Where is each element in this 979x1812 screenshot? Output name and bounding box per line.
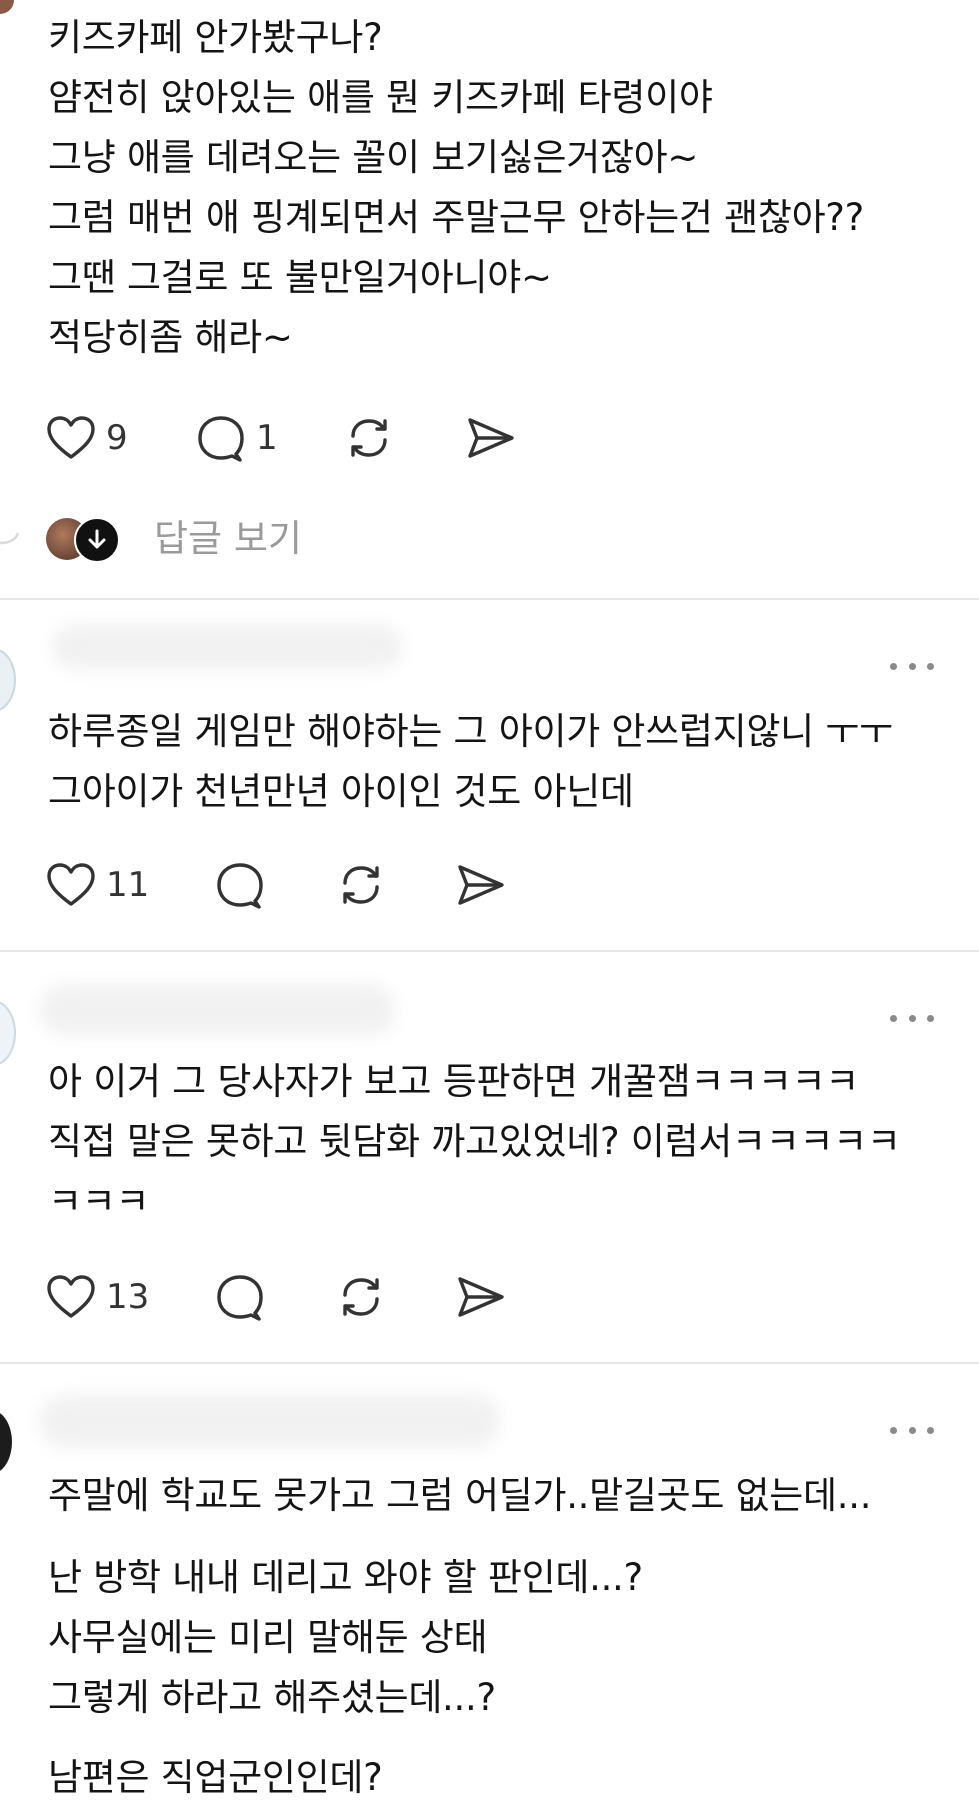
divider [0,598,979,600]
like-count: 13 [106,1277,150,1317]
comment-text-line: 적당히좀 해라~ [48,316,293,359]
share-button[interactable] [454,1272,506,1322]
more-options-icon[interactable] [890,1008,934,1028]
comment-text-line: 그땐 그걸로 또 불만일거아니야~ [48,256,552,299]
comment-text-line: 얌전히 앉아있는 애를 뭔 키즈카페 타령이야 [48,76,713,119]
like-count: 9 [106,418,128,458]
comment-icon [217,1275,263,1321]
like-button[interactable]: 9 [46,413,128,463]
heart-icon [47,416,95,459]
divider [0,950,979,952]
avatar[interactable] [0,1000,16,1066]
avatar[interactable] [0,0,14,14]
avatar[interactable] [0,1410,12,1474]
comment-button[interactable] [215,1272,265,1322]
comment-actions: 9 1 [46,413,566,463]
username[interactable] [52,625,402,669]
comment-text-line: 사무실에는 미리 말해둔 상태 [48,1616,488,1659]
comment-text-line: 난 방학 내내 데리고 와야 할 판인데...? [48,1556,643,1599]
comment-button[interactable]: 1 [196,413,278,463]
comment-text-line: 직접 말은 못하고 뒷담화 까고있었네? 이럼서ㅋㅋㅋㅋㅋ [48,1120,901,1163]
comment-button[interactable] [215,860,265,910]
repost-button[interactable] [336,1272,386,1322]
comment-text-line: 키즈카페 안가봤구나? [48,16,383,59]
comment-text-line: 아 이거 그 당사자가 보고 등판하면 개꿀잼ㅋㅋㅋㅋㅋ [48,1060,860,1103]
comment-text-line: 남편은 직업군인인데? [48,1756,383,1799]
comment-icon [217,863,263,909]
repost-icon [343,866,379,904]
heart-icon [47,863,95,906]
comment-text-line: 그럼 매번 애 핑계되면서 주말근무 안하는건 괜찮아?? [48,196,864,239]
send-icon [458,1277,504,1317]
like-count: 11 [106,865,150,905]
username[interactable] [40,1395,500,1447]
like-button[interactable]: 13 [46,1272,149,1322]
repost-icon [343,1278,379,1316]
repost-button[interactable] [336,860,386,910]
comment-text-line: 그렇게 하라고 해주셨는데...? [48,1676,496,1719]
more-options-icon[interactable] [890,1420,934,1440]
more-options-icon[interactable] [890,656,934,676]
share-button[interactable] [454,860,506,910]
send-icon [468,418,514,458]
comment-actions: 13 [46,1272,566,1322]
share-button[interactable] [464,413,516,463]
arrow-down-icon [74,517,120,563]
username[interactable] [40,985,395,1035]
divider [0,1362,979,1364]
comment-text-line: 그냥 애를 데려오는 꼴이 보기싫은거잖아~ [48,136,699,179]
repost-button[interactable] [344,413,394,463]
comment-actions: 11 [46,860,566,910]
comment-text-line: 그아이가 천년만년 아이인 것도 아닌데 [48,770,634,813]
thread-connector [0,532,20,545]
reply-count: 1 [256,418,278,458]
comment-text-line: 주말에 학교도 못가고 그럼 어딜가..맡길곳도 없는데... [48,1474,872,1517]
like-button[interactable]: 11 [46,860,149,910]
comment-text-line: 하루종일 게임만 해야하는 그 아이가 안쓰럽지않니 ㅜㅜ [48,710,893,753]
avatar[interactable] [0,648,16,712]
comment-text-line: ㅋㅋㅋ [48,1180,150,1223]
view-replies-link[interactable]: 답글 보기 [154,514,302,564]
repost-icon [351,419,387,457]
send-icon [458,865,504,905]
comment-icon [198,416,244,462]
heart-icon [47,1275,95,1318]
